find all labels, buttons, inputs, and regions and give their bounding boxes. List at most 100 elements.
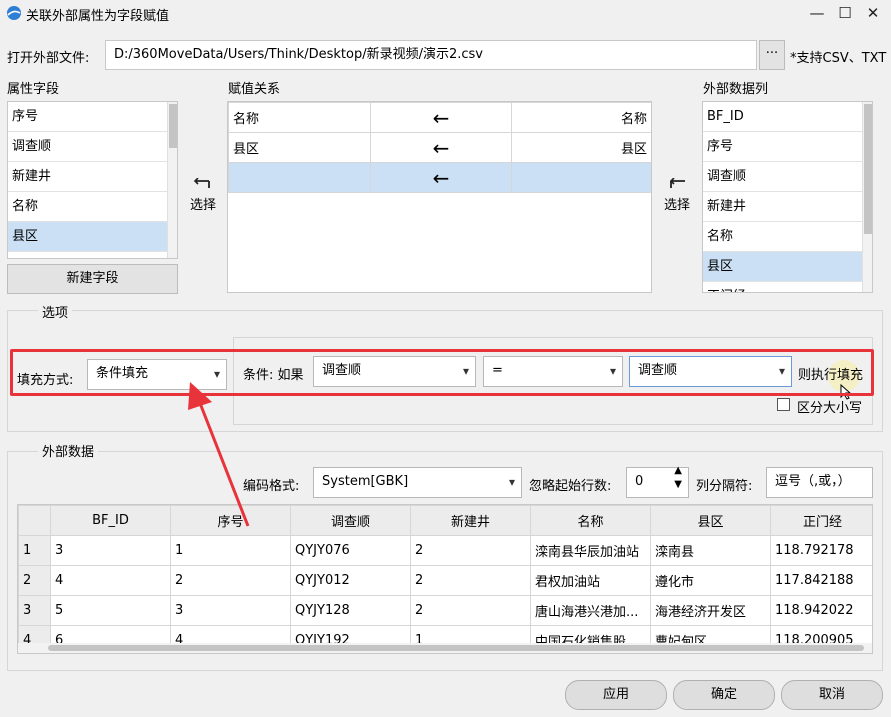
table-cell[interactable]: 海港经济开发区 xyxy=(650,595,771,626)
table-cell[interactable]: QYJY012 xyxy=(290,565,411,596)
table-cell[interactable]: 2 xyxy=(410,565,531,596)
grid-horizontal-scrollbar[interactable] xyxy=(18,643,872,653)
ext-columns-list[interactable]: BF_ID 序号 调查顺 新建井 名称 县区 正门经 xyxy=(702,101,873,293)
table-cell[interactable]: 1 xyxy=(170,535,291,566)
grid-corner xyxy=(18,505,51,536)
encoding-select[interactable]: System[GBK] ▾ xyxy=(313,467,522,498)
table-cell[interactable]: QYJY128 xyxy=(290,595,411,626)
app-logo-icon xyxy=(7,6,21,20)
mapping-row[interactable]: 县区 ← 县区 xyxy=(228,132,651,163)
list-item[interactable]: BF_ID xyxy=(703,102,864,132)
external-data-grid[interactable]: BF_ID 序号 调查顺 新建井 名称 县区 正门经 1 3 1 QYJY076… xyxy=(17,504,873,654)
minimize-button[interactable]: — xyxy=(806,2,828,24)
mapping-right[interactable] xyxy=(511,162,651,193)
select-attr-button[interactable]: 选择 xyxy=(186,177,220,213)
cancel-button[interactable]: 取消 xyxy=(781,680,883,710)
list-item[interactable]: 正门经 xyxy=(703,282,864,292)
column-header[interactable]: 新建井 xyxy=(410,505,531,536)
table-cell[interactable]: 4 xyxy=(50,565,171,596)
skip-rows-value: 0 xyxy=(635,474,644,489)
column-header[interactable]: 调查顺 xyxy=(290,505,411,536)
chevron-down-icon: ▾ xyxy=(508,475,515,489)
arrow-right-icon xyxy=(193,177,210,188)
separator-select[interactable]: 逗号（,或，） xyxy=(766,467,873,498)
mapping-left[interactable]: 名称 xyxy=(228,102,371,133)
annotation-arrow-icon xyxy=(188,382,250,527)
table-row[interactable]: 1 3 1 QYJY076 2 滦南县华辰加油站 滦南县 118.792178 xyxy=(18,535,872,566)
mapping-right[interactable]: 县区 xyxy=(511,132,651,163)
case-sensitive-checkbox[interactable] xyxy=(777,398,790,411)
table-cell[interactable]: 5 xyxy=(50,595,171,626)
list-item[interactable]: 新建井 xyxy=(703,192,864,222)
table-cell[interactable]: 君权加油站 xyxy=(530,565,651,596)
table-cell[interactable]: 滦南县华辰加油站 xyxy=(530,535,651,566)
table-cell[interactable]: 117.842188 xyxy=(770,565,872,596)
table-cell[interactable]: 3 xyxy=(50,535,171,566)
list-item[interactable]: 序号 xyxy=(703,132,864,162)
list-item[interactable]: 序号 xyxy=(8,102,169,132)
table-cell[interactable]: 2 xyxy=(170,565,291,596)
table-cell[interactable]: 2 xyxy=(410,535,531,566)
highlight-box xyxy=(10,349,874,396)
new-field-button[interactable]: 新建字段 xyxy=(7,264,178,294)
list-item[interactable]: 调查顺 xyxy=(8,132,169,162)
column-header[interactable]: 正门经 xyxy=(770,505,872,536)
list-item-selected[interactable]: 县区 xyxy=(703,252,864,282)
column-header[interactable]: 名称 xyxy=(530,505,651,536)
attr-list-scrollbar[interactable] xyxy=(167,102,177,258)
row-number: 2 xyxy=(18,565,51,596)
table-row[interactable]: 3 5 3 QYJY128 2 唐山海港兴港加... 海港经济开发区 118.9… xyxy=(18,595,872,626)
file-path-input[interactable]: D:/360MoveData/Users/Think/Desktop/新录视频/… xyxy=(105,40,757,70)
mapping-left[interactable]: 县区 xyxy=(228,132,371,163)
table-cell[interactable]: 遵化市 xyxy=(650,565,771,596)
close-button[interactable]: ✕ xyxy=(862,2,884,24)
table-cell[interactable]: 2 xyxy=(410,595,531,626)
arrow-left-icon xyxy=(669,177,685,188)
table-cell[interactable]: 3 xyxy=(170,595,291,626)
mapping-arrow-icon: ← xyxy=(370,132,512,163)
select-column-button[interactable]: 选择 xyxy=(660,177,694,213)
list-item[interactable]: 新建井 xyxy=(8,162,169,192)
list-item[interactable]: 调查顺 xyxy=(703,162,864,192)
separator-label: 列分隔符: xyxy=(696,479,753,494)
list-item[interactable]: 名称 xyxy=(8,192,169,222)
mapping-right[interactable]: 名称 xyxy=(511,102,651,133)
ext-columns-title: 外部数据列 xyxy=(703,82,769,97)
encoding-value: System[GBK] xyxy=(322,474,409,489)
list-item-selected[interactable]: 县区 xyxy=(8,222,169,252)
table-row[interactable]: 2 4 2 QYJY012 2 君权加油站 遵化市 117.842188 xyxy=(18,565,872,596)
table-cell[interactable]: 滦南县 xyxy=(650,535,771,566)
mapping-arrow-icon: ← xyxy=(370,102,512,133)
mapping-table[interactable]: 名称 ← 名称 县区 ← 县区 ← xyxy=(227,101,652,293)
grid-header-row: BF_ID 序号 调查顺 新建井 名称 县区 正门经 xyxy=(18,505,872,536)
column-header[interactable]: 县区 xyxy=(650,505,771,536)
attr-fields-title: 属性字段 xyxy=(7,82,60,97)
table-cell[interactable]: 唐山海港兴港加... xyxy=(530,595,651,626)
maximize-button[interactable]: ☐ xyxy=(834,2,856,24)
list-item[interactable]: 名称 xyxy=(703,222,864,252)
skip-rows-label: 忽略起始行数: xyxy=(529,479,612,494)
mapping-row-selected[interactable]: ← xyxy=(228,162,651,193)
scroll-thumb[interactable] xyxy=(169,104,177,148)
ext-list-scrollbar[interactable] xyxy=(862,102,872,292)
apply-button[interactable]: 应用 xyxy=(565,680,667,710)
browse-button[interactable]: ··· xyxy=(759,40,785,70)
title-bar: 关联外部属性为字段赋值 — ☐ ✕ xyxy=(0,0,891,26)
mapping-left[interactable] xyxy=(228,162,371,193)
row-number: 1 xyxy=(18,535,51,566)
skip-rows-spinbox[interactable]: 0 ▲ ▼ xyxy=(626,464,689,498)
mapping-arrow-icon: ← xyxy=(370,162,512,193)
file-hint: *支持CSV、TXT xyxy=(790,51,887,66)
spin-arrows-icon[interactable]: ▲ ▼ xyxy=(674,464,682,492)
open-file-label: 打开外部文件: xyxy=(7,51,90,66)
attr-fields-list[interactable]: 序号 调查顺 新建井 名称 县区 xyxy=(7,101,178,259)
table-cell[interactable]: 118.792178 xyxy=(770,535,872,566)
external-data-title: 外部数据 xyxy=(38,441,99,460)
scroll-thumb[interactable] xyxy=(48,645,864,651)
mapping-row[interactable]: 名称 ← 名称 xyxy=(228,102,651,133)
column-header[interactable]: BF_ID xyxy=(50,505,171,536)
scroll-thumb[interactable] xyxy=(864,104,872,234)
ok-button[interactable]: 确定 xyxy=(673,680,775,710)
table-cell[interactable]: QYJY076 xyxy=(290,535,411,566)
table-cell[interactable]: 118.942022 xyxy=(770,595,872,626)
